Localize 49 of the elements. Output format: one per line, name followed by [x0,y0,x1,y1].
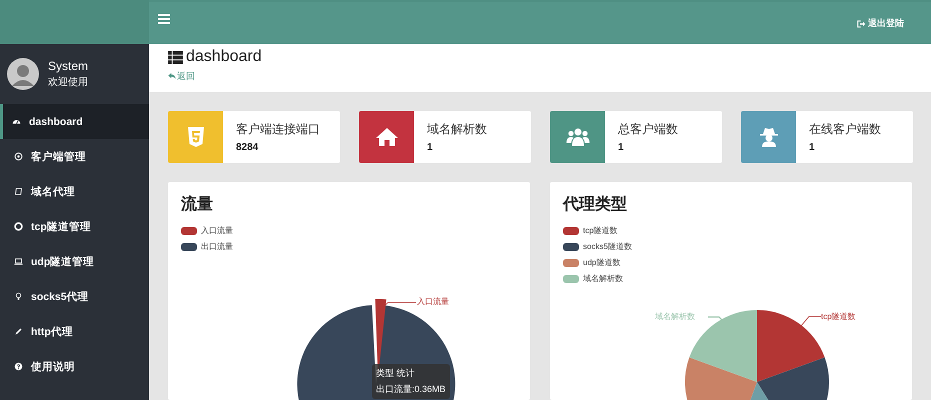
stat-value: 1 [618,142,625,153]
stat-label: 总客户端数 [618,121,678,138]
user-name: System [48,59,88,73]
laptop-icon [14,257,23,266]
logout-icon [857,20,866,28]
menu-icon[interactable] [158,14,170,24]
pencil-icon [14,327,23,336]
sidebar-item[interactable]: 客户端管理 [0,139,149,174]
avatar-icon [7,58,39,90]
chart-title: 流量 [181,194,214,215]
tooltip-text: 出口流量:0.36MB [376,383,446,396]
stat-label: 域名解析数 [427,121,487,138]
tooltip-title: 类型 统计 [376,367,416,380]
leader-line [708,316,723,321]
sidebar-item[interactable]: http代理 [0,314,149,349]
sidebar-item[interactable]: udp隧道管理 [0,244,149,279]
user-greeting: 欢迎使用 [48,76,88,89]
target-icon [14,152,23,161]
chart-title: 代理类型 [563,194,628,215]
sidebar-item[interactable]: 域名代理 [0,174,149,209]
sidebar-item[interactable]: socks5代理 [0,279,149,314]
bulb-icon [14,292,23,301]
slice-label: 域名解析数 [655,311,695,322]
dashboard-icon [12,117,21,126]
legend-label[interactable]: udp隧道数 [583,257,620,268]
stat-value: 1 [809,142,816,153]
legend-label[interactable]: socks5隧道数 [583,241,632,252]
legend-label[interactable]: 域名解析数 [583,273,623,284]
sidebar-item[interactable]: tcp隧道管理 [0,209,149,244]
slice-label: 入口流量 [417,296,449,307]
house-icon [374,125,398,149]
slice-label: tcp隧道数 [821,311,856,322]
page-title: dashboard [186,48,262,66]
legend-label[interactable]: 入口流量 [201,225,233,236]
help-icon [14,362,23,371]
stat-value: 1 [427,142,434,153]
stat-label: 在线客户端数 [809,121,881,138]
back-link[interactable]: 返回 [168,70,195,82]
shape-icon [14,187,23,196]
leader-line [801,316,821,326]
stat-value: 8284 [236,142,260,153]
sidebar-item[interactable]: 使用说明 [0,349,149,384]
lifebuoy-icon [14,222,23,231]
legend-label[interactable]: 出口流量 [201,241,233,252]
reply-icon [168,73,176,79]
sidebar-item[interactable]: dashboard [0,104,149,139]
stat-label: 客户端连接端口 [236,121,320,138]
legend-label[interactable]: tcp隧道数 [583,225,618,236]
list-icon [168,50,183,64]
